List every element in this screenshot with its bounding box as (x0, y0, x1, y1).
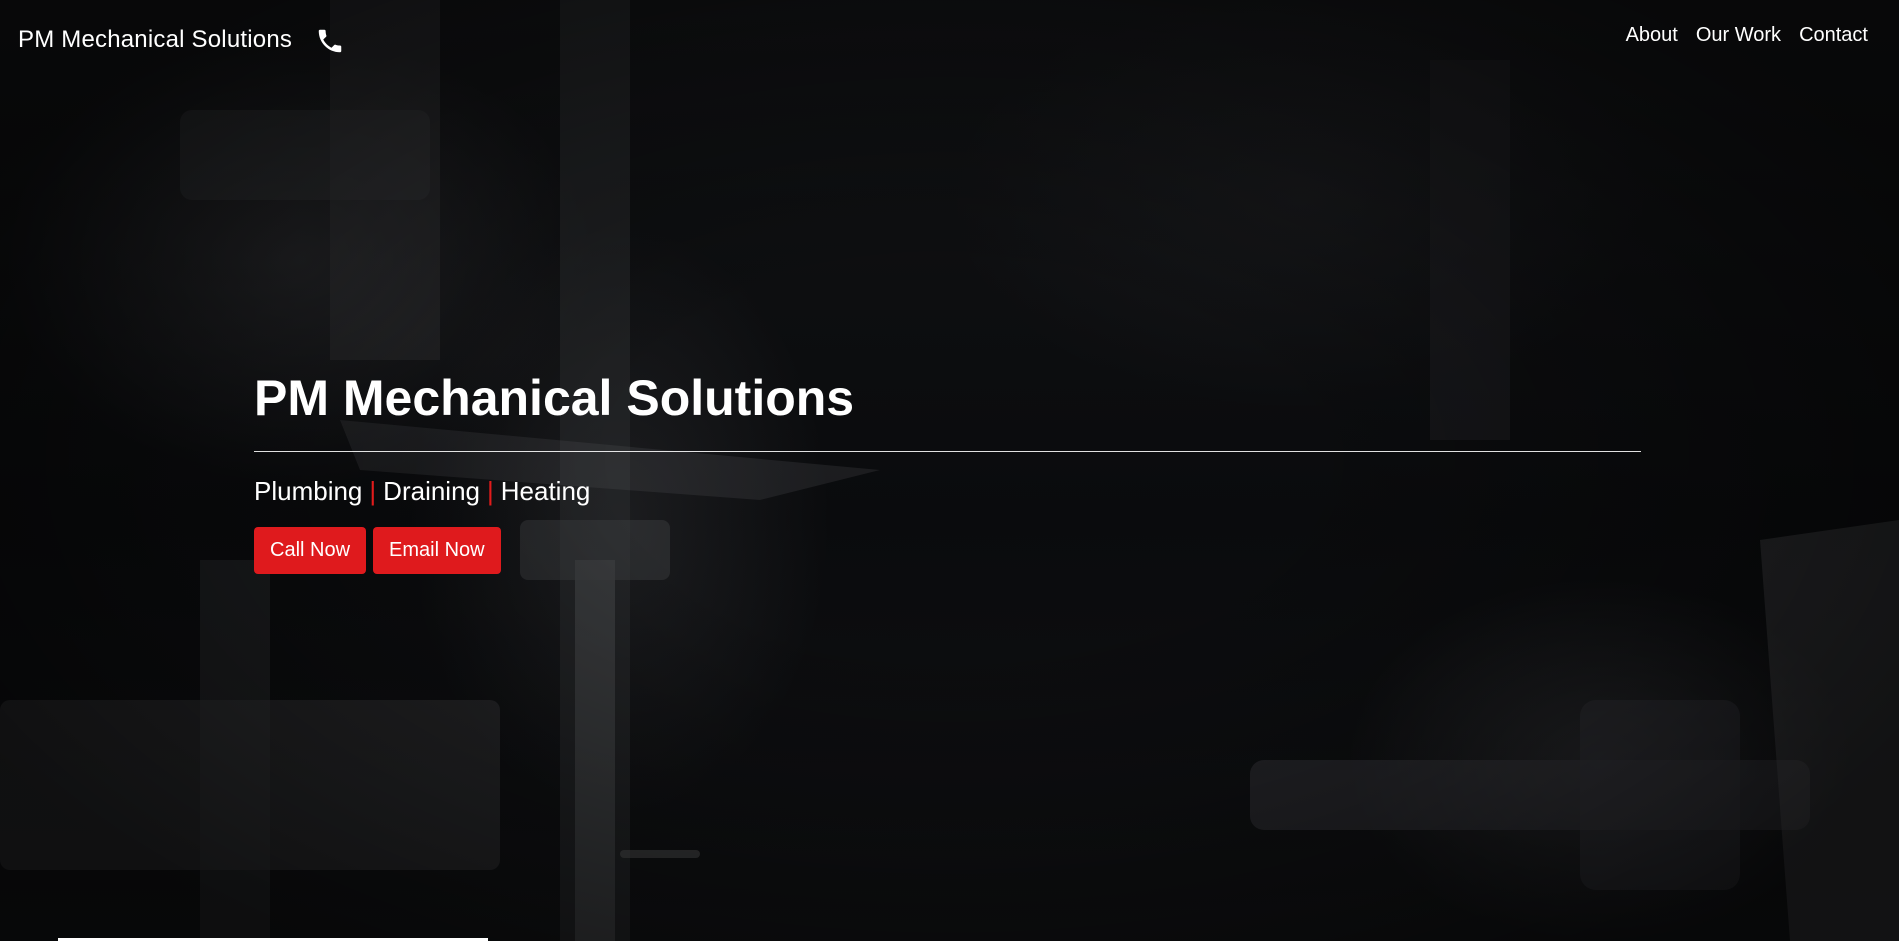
service-plumbing: Plumbing (254, 476, 363, 506)
services-tagline: Plumbing | Draining | Heating (254, 476, 1641, 506)
call-now-button[interactable]: Call Now (254, 527, 367, 574)
nav-link-our-work[interactable]: Our Work (1696, 22, 1781, 49)
nav-link-about[interactable]: About (1626, 22, 1678, 49)
navbar: PM Mechanical Solutions About Our Work C… (0, 0, 1899, 80)
hero-title: PM Mechanical Solutions (254, 367, 1641, 429)
hero-content: PM Mechanical Solutions Plumbing | Drainin… (254, 367, 1641, 574)
service-draining: Draining (383, 476, 480, 506)
hero-divider (254, 451, 1641, 452)
hero-title-bold: PM (254, 370, 329, 426)
service-heating: Heating (500, 476, 591, 506)
nav-links: About Our Work Contact (1626, 22, 1868, 49)
service-separator: | (487, 476, 494, 506)
phone-icon[interactable] (313, 24, 347, 58)
email-now-button[interactable]: Email Now (373, 527, 501, 574)
hero-section: PM Mechanical Solutions About Our Work C… (0, 0, 1899, 941)
brand-link[interactable]: PM Mechanical Solutions (18, 26, 292, 54)
nav-link-contact[interactable]: Contact (1799, 22, 1868, 49)
hero-title-rest: Mechanical Solutions (329, 370, 855, 426)
service-separator: | (369, 476, 377, 506)
cta-buttons: Call Now Email Now (254, 527, 1641, 574)
